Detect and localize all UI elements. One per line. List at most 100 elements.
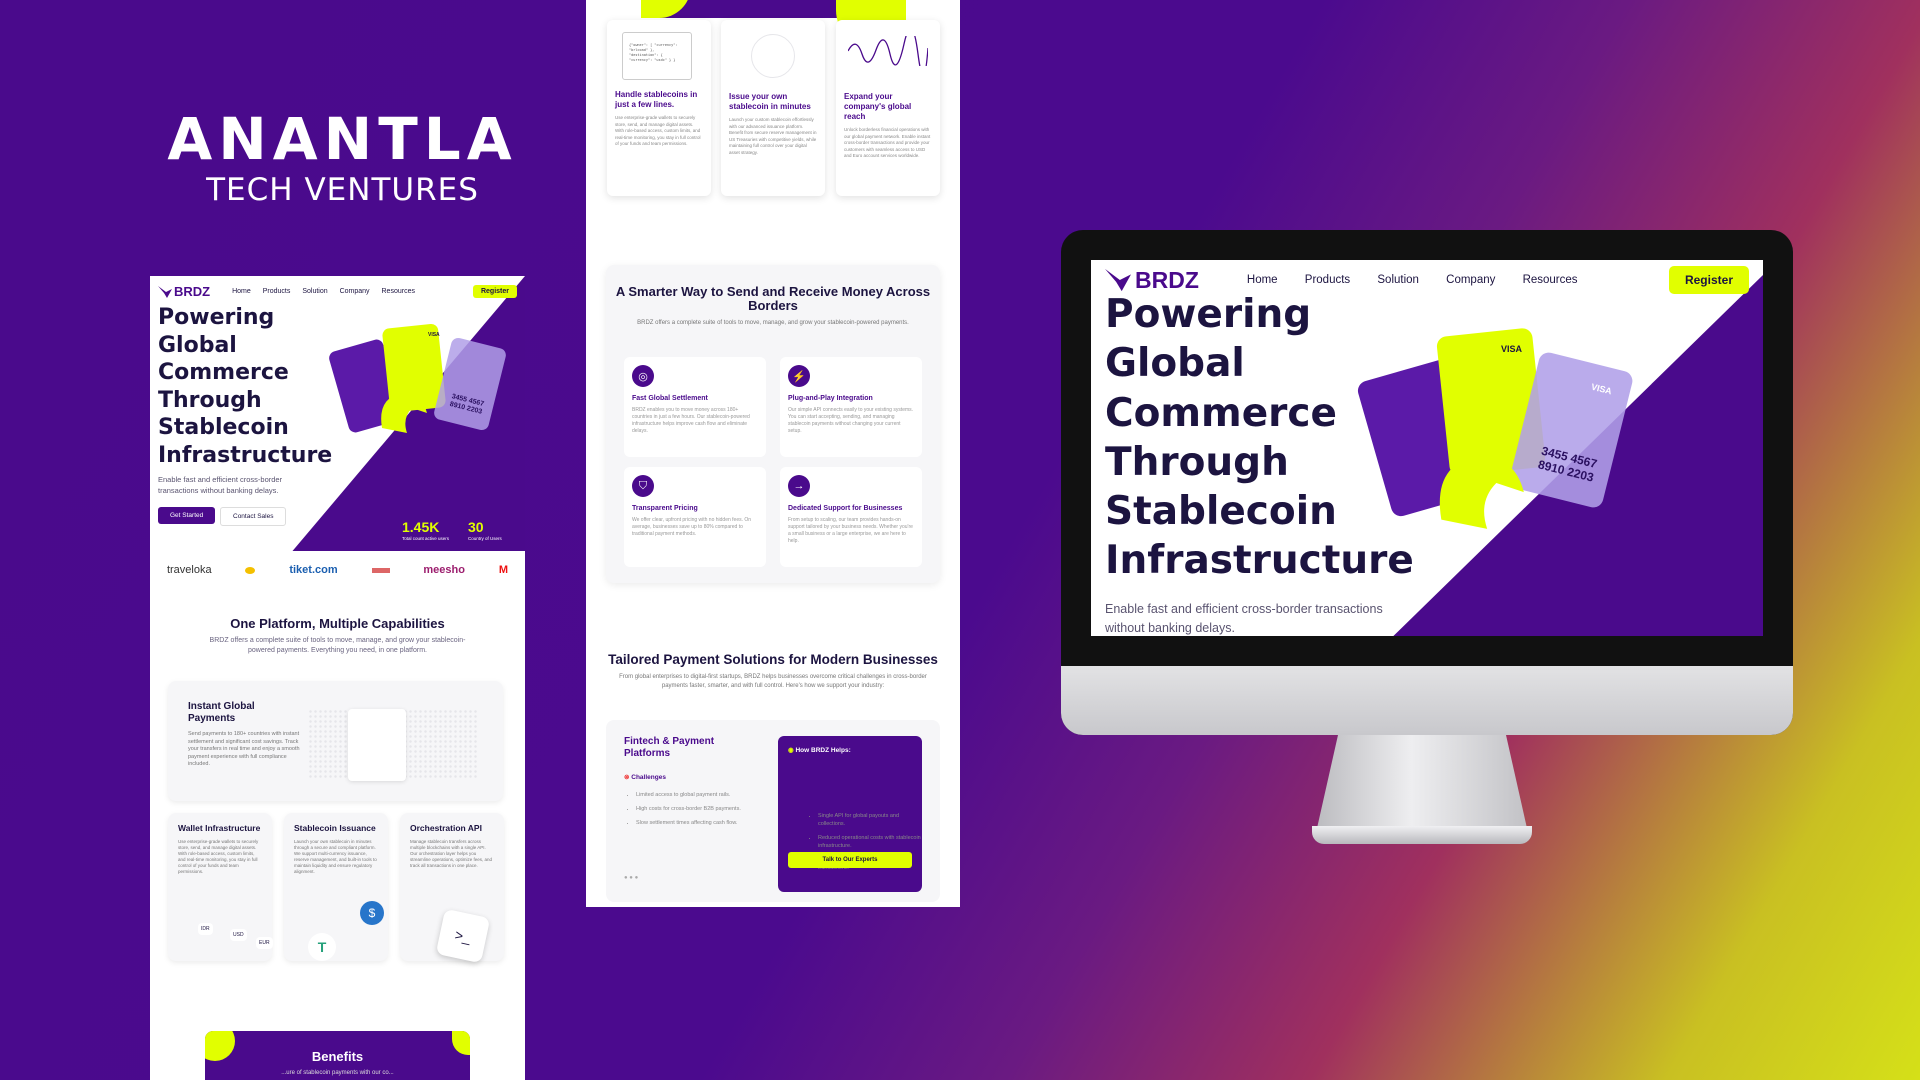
nav-home[interactable]: Home bbox=[232, 288, 251, 295]
contact-sales-button[interactable]: Contact Sales bbox=[220, 507, 287, 526]
challenges-text: Challenges bbox=[631, 774, 666, 781]
navbar: BRDZ Home Products Solution Company Reso… bbox=[158, 284, 517, 299]
feature-tile: ◎ Fast Global Settlement BRDZ enables yo… bbox=[624, 357, 766, 457]
partner-dot-icon bbox=[245, 566, 256, 574]
partner-traveloka: traveloka bbox=[166, 564, 212, 576]
nav-company[interactable]: Company bbox=[1446, 274, 1495, 286]
list-item: High costs for cross-border B2B payments… bbox=[636, 802, 741, 816]
globe-icon: ◎ bbox=[632, 365, 654, 387]
instant-title: Instant Global Payments bbox=[188, 701, 255, 724]
stat-value: 1.45K bbox=[402, 519, 440, 535]
list-item: Reduced operational costs with stablecoi… bbox=[818, 834, 922, 850]
hero-line: Commerce bbox=[158, 360, 289, 385]
nav-home[interactable]: Home bbox=[1247, 274, 1278, 286]
login-link[interactable]: Login bbox=[1614, 273, 1643, 287]
partner-small-icon bbox=[371, 567, 390, 573]
tile-title: Fast Global Settlement bbox=[632, 395, 708, 402]
nav-solution[interactable]: Solution bbox=[1377, 274, 1419, 286]
card-desc: Launch your own stablecoin in minutes th… bbox=[294, 839, 377, 874]
hero-subtitle: Enable fast and efficient cross-border t… bbox=[1105, 602, 1383, 635]
imac-monitor: BRDZ Home Products Solution Company Reso… bbox=[1061, 230, 1793, 735]
hero-line: Stablecoin bbox=[1105, 489, 1337, 535]
register-button[interactable]: Register bbox=[472, 285, 517, 298]
card-desc: Use enterprise-grade wallets to securely… bbox=[178, 839, 259, 874]
anantla-logo: ANANTLA TECH VENTURES bbox=[160, 110, 525, 208]
register-button[interactable]: Register bbox=[1668, 266, 1749, 294]
nav-products[interactable]: Products bbox=[263, 288, 291, 295]
hero-headline: Powering Global Commerce Through Stablec… bbox=[158, 304, 332, 469]
hero-line: Powering bbox=[1105, 292, 1312, 337]
login-link[interactable]: Login bbox=[444, 288, 461, 295]
feature-title: Handle stablecoins in just a few lines. bbox=[615, 90, 698, 109]
feature-card: Issue your own stablecoin in minutes Lau… bbox=[721, 20, 825, 196]
carousel-dots[interactable]: ● ● ● bbox=[624, 875, 638, 881]
payment-list-graphic bbox=[348, 709, 406, 781]
feature-card: {"owner": [ "currency": "brlcoad" }, "de… bbox=[607, 20, 711, 196]
hero-line: Global bbox=[158, 332, 237, 358]
nav-products[interactable]: Products bbox=[1305, 274, 1350, 286]
smarter-way-section: A Smarter Way to Send and Receive Money … bbox=[606, 265, 940, 583]
shield-icon: ⛉ bbox=[632, 475, 654, 497]
stat-countries: 30 Country of Users bbox=[468, 519, 502, 541]
bird-icon bbox=[158, 285, 172, 298]
stat-value: 30 bbox=[468, 519, 484, 535]
partner-tiket: tiket.com bbox=[289, 564, 338, 576]
hero-section: BRDZ Home Products Solution Company Reso… bbox=[150, 276, 525, 551]
benefits-title: Benefits bbox=[311, 1049, 364, 1064]
card-visa-label: VISA bbox=[428, 332, 440, 338]
benefits-section: Benefits ...ure of stablecoin payments w… bbox=[205, 1031, 470, 1080]
tile-desc: Our simple API connects easily to your e… bbox=[788, 407, 914, 434]
stat-label: Country of Users bbox=[468, 536, 502, 541]
challenges-label: ⊗ Challenges bbox=[624, 773, 666, 781]
list-item: Limited access to global payment rails. bbox=[636, 788, 741, 802]
currency-tag: EUR bbox=[256, 937, 273, 949]
fintech-card: Fintech & Payment Platforms ⊗ Challenges… bbox=[606, 720, 940, 902]
nav-company[interactable]: Company bbox=[340, 288, 370, 295]
platform-title: One Platform, Multiple Capabilities bbox=[230, 616, 445, 631]
talk-to-experts-button[interactable]: Talk to Our Experts bbox=[788, 852, 912, 868]
feature-title: Issue your own stablecoin in minutes bbox=[729, 92, 811, 111]
feature-tile: ⛉ Transparent Pricing We offer clear, up… bbox=[624, 467, 766, 567]
arrow-icon: → bbox=[788, 475, 810, 497]
feature-desc: Unlock borderless financial operations w… bbox=[844, 127, 931, 158]
bird-icon bbox=[1105, 268, 1131, 292]
usdc-coin-icon: $ bbox=[360, 901, 384, 925]
hero-line: Powering bbox=[158, 305, 275, 330]
logo-text: BRDZ bbox=[174, 284, 211, 299]
tailored-desc: From global enterprises to digital-first… bbox=[619, 674, 927, 689]
hero-line: Infrastructure bbox=[1105, 538, 1414, 584]
feature-card: Expand your company's global reach Unloc… bbox=[836, 20, 940, 196]
stablecoin-issuance-card: Stablecoin Issuance Launch your own stab… bbox=[284, 813, 388, 961]
hero-line: Through bbox=[1105, 439, 1289, 485]
feature-desc: Launch your custom stablecoin effortless… bbox=[729, 117, 817, 155]
smarter-desc: BRDZ offers a complete suite of tools to… bbox=[637, 320, 909, 326]
x-circle-icon: ⊗ bbox=[624, 774, 630, 781]
brdz-logo[interactable]: BRDZ bbox=[158, 284, 210, 299]
terminal-icon: >_ bbox=[435, 908, 491, 964]
card-desc: Manage stablecoin transfers across multi… bbox=[410, 839, 493, 868]
coin-outline-icon bbox=[751, 34, 795, 78]
list-item: Slow settlement times affecting cash flo… bbox=[636, 816, 741, 830]
imac-stand-foot bbox=[1312, 826, 1532, 844]
nav-solution[interactable]: Solution bbox=[302, 288, 327, 295]
card-title: Stablecoin Issuance bbox=[294, 823, 376, 833]
instant-desc: Send payments to 180+ countries with ins… bbox=[188, 731, 300, 767]
get-started-button[interactable]: Get Started bbox=[158, 507, 216, 524]
hero-line: Infrastructure bbox=[158, 442, 333, 468]
hero-line: Through bbox=[158, 387, 262, 413]
tile-title: Transparent Pricing bbox=[632, 505, 698, 512]
nav-resources[interactable]: Resources bbox=[1523, 274, 1578, 286]
hero-line: Stablecoin bbox=[158, 415, 289, 440]
currency-tag: IDR bbox=[198, 923, 213, 935]
bird-graphic bbox=[1439, 455, 1524, 529]
tile-desc: From setup to scaling, our team provides… bbox=[788, 517, 913, 544]
nav-resources[interactable]: Resources bbox=[382, 288, 415, 295]
hero-headline: Powering Global Commerce Through Stablec… bbox=[1105, 290, 1414, 586]
platform-desc: BRDZ offers a complete suite of tools to… bbox=[209, 637, 466, 654]
stat-users: 1.45K Total count active users bbox=[402, 519, 449, 541]
tailored-title: Tailored Payment Solutions for Modern Bu… bbox=[608, 652, 938, 667]
list-item: Single API for global payouts and collec… bbox=[818, 812, 922, 828]
partner-m-icon: M bbox=[498, 564, 508, 576]
currency-tag: USD bbox=[230, 929, 247, 941]
brand-main-text: ANANTLA bbox=[167, 105, 518, 173]
